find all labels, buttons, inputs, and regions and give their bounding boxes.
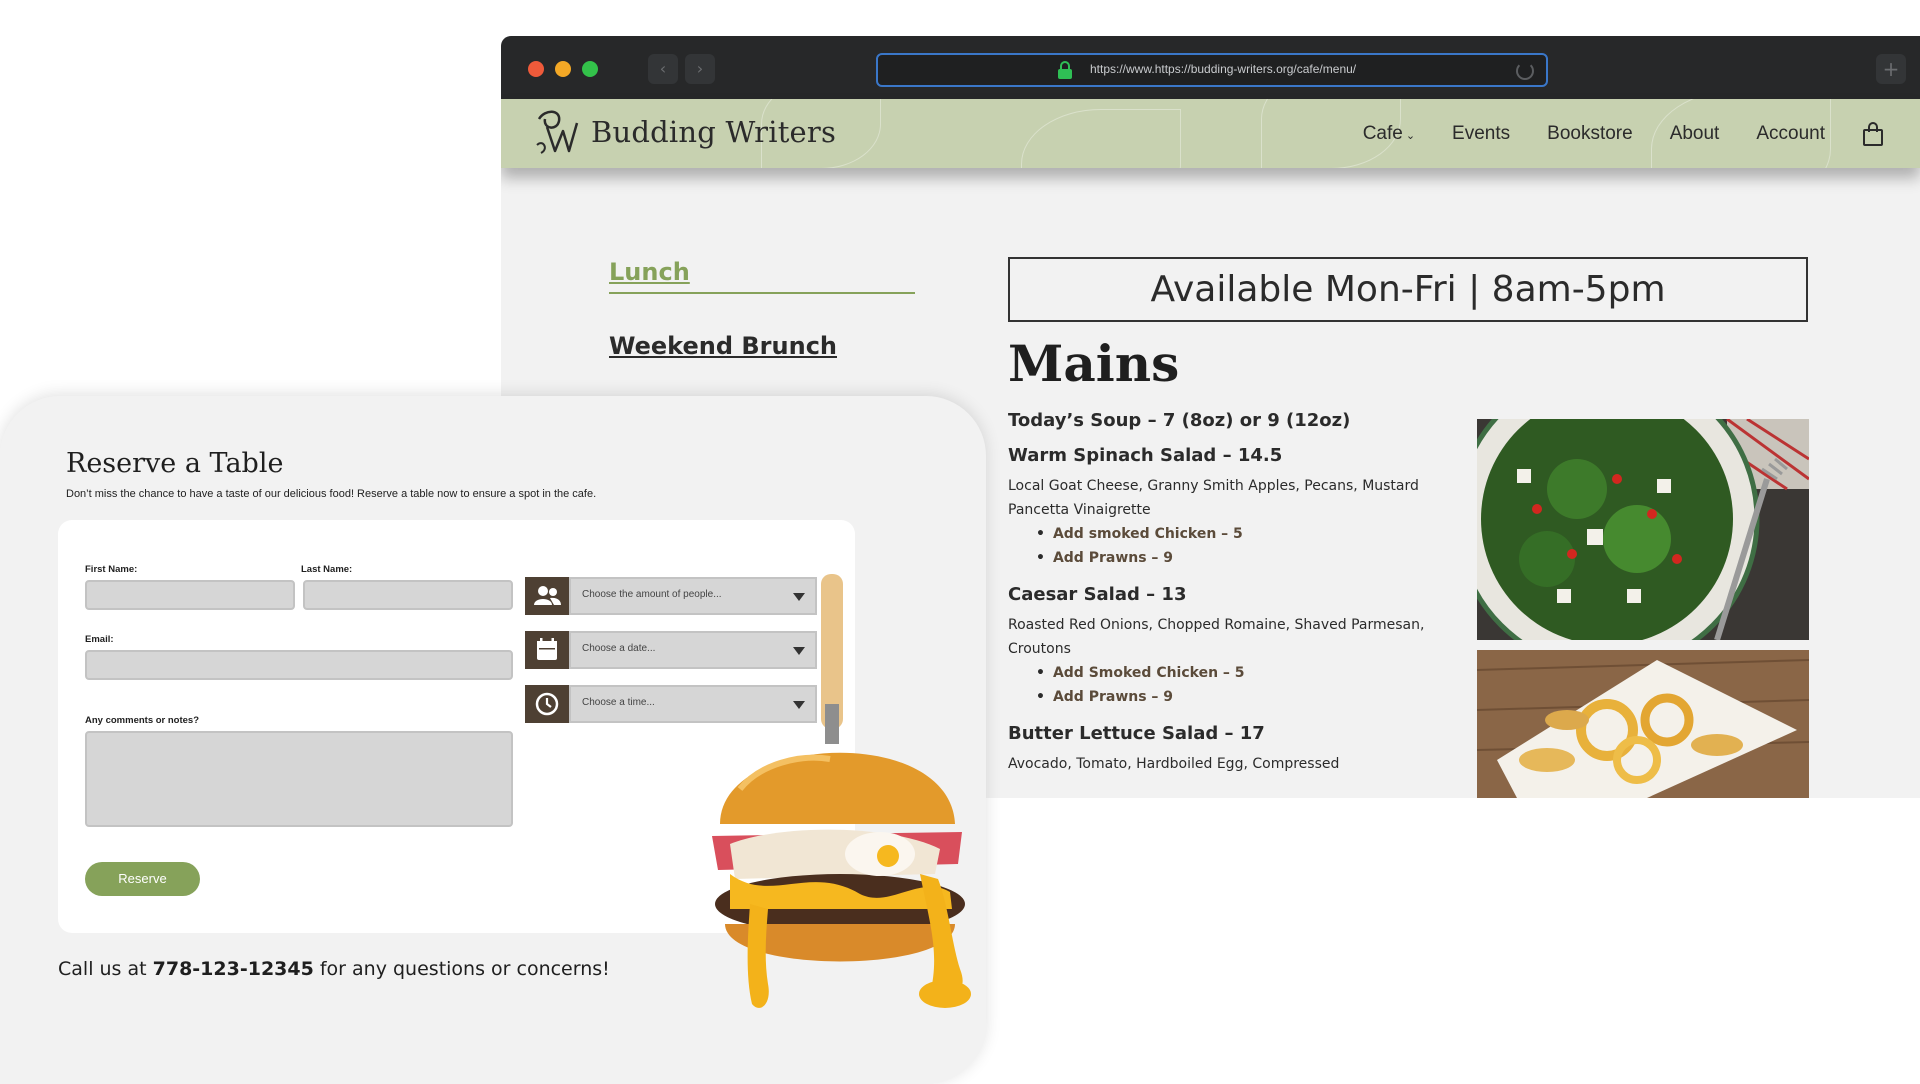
people-icon [525, 577, 569, 615]
comments-label: Any comments or notes? [85, 715, 200, 726]
nav-item-events[interactable]: Events [1452, 123, 1510, 145]
nav-item-account[interactable]: Account [1756, 123, 1825, 145]
phone-number[interactable]: 778-123-12345 [153, 958, 314, 980]
reserve-subtitle: Don’t miss the chance to have a taste of… [66, 488, 597, 500]
new-tab-button[interactable]: + [1876, 54, 1906, 84]
forward-button[interactable]: › [685, 54, 715, 84]
addon-list: Add Smoked Chicken – 5 Add Prawns – 9 [1036, 661, 1468, 709]
nav-item-about[interactable]: About [1670, 123, 1720, 145]
calendar-icon [525, 631, 569, 669]
brand-logo-icon[interactable] [531, 105, 581, 159]
clock-icon [525, 685, 569, 723]
reserve-button[interactable]: Reserve [85, 862, 200, 896]
menu-list: Today’s Soup – 7 (8oz) or 9 (12oz) Warm … [1008, 410, 1468, 790]
main-nav: Cafe ⌄ Events Bookstore About Account [1363, 99, 1920, 168]
menu-item-title: Today’s Soup – 7 (8oz) or 9 (12oz) [1008, 410, 1351, 431]
last-name-label: Last Name: [301, 564, 353, 575]
onion-rings-photo [1477, 650, 1809, 798]
menu-item: Today’s Soup – 7 (8oz) or 9 (12oz) [1008, 410, 1468, 431]
tab-lunch[interactable]: Lunch [609, 258, 915, 294]
brand-name[interactable]: Budding Writers [591, 115, 836, 149]
menu-item-title: Caesar Salad – 13 [1008, 584, 1187, 605]
date-placeholder: Choose a date... [582, 643, 656, 654]
maximize-window-button[interactable] [582, 61, 598, 77]
addon-item: Add Smoked Chicken – 5 [1036, 661, 1468, 685]
menu-item: Warm Spinach Salad – 14.5 Local Goat Che… [1008, 445, 1468, 570]
time-placeholder: Choose a time... [582, 697, 655, 708]
leaf-pattern [1021, 109, 1181, 168]
close-window-button[interactable] [528, 61, 544, 77]
url-text: https://www.https://budding-writers.org/… [1090, 62, 1357, 76]
nav-item-cafe[interactable]: Cafe ⌄ [1363, 123, 1415, 145]
chevron-down-icon: ⌄ [1405, 129, 1416, 142]
email-label: Email: [85, 634, 114, 645]
addon-item: Add Prawns – 9 [1036, 685, 1468, 709]
addon-item: Add Prawns – 9 [1036, 546, 1468, 570]
reload-icon[interactable] [1516, 62, 1534, 80]
menu-item-description: Local Goat Cheese, Granny Smith Apples, … [1008, 478, 1419, 518]
last-name-field[interactable] [303, 580, 513, 610]
email-field[interactable] [85, 650, 513, 680]
addon-list: Add smoked Chicken – 5 Add Prawns – 9 [1036, 522, 1468, 570]
reserve-title: Reserve a Table [66, 448, 284, 479]
first-name-field[interactable] [85, 580, 295, 610]
addon-item: Add smoked Chicken – 5 [1036, 522, 1468, 546]
nav-item-bookstore[interactable]: Bookstore [1547, 123, 1633, 145]
spinach-salad-photo [1477, 419, 1809, 640]
menu-item-title: Warm Spinach Salad – 14.5 [1008, 445, 1283, 466]
menu-item: Caesar Salad – 13 Roasted Red Onions, Ch… [1008, 584, 1468, 709]
menu-item: Butter Lettuce Salad – 17 Avocado, Tomat… [1008, 723, 1468, 776]
menu-item-description: Avocado, Tomato, Hardboiled Egg, Compres… [1008, 756, 1340, 772]
menu-item-title: Butter Lettuce Salad – 17 [1008, 723, 1265, 744]
lock-icon [1058, 61, 1072, 79]
first-name-label: First Name: [85, 564, 138, 575]
shopping-bag-icon[interactable] [1862, 121, 1884, 146]
browser-toolbar: ‹ › https://www.https://budding-writers.… [501, 36, 1920, 99]
site-header: Budding Writers Cafe ⌄ Events Bookstore A… [501, 99, 1920, 168]
menu-tabs: Lunch Weekend Brunch [609, 258, 915, 360]
reserve-table-card: Reserve a Table Don’t miss the chance to… [0, 396, 986, 1084]
section-title: Mains [1008, 334, 1180, 393]
call-us-text: Call us at 778-123-12345 for any questio… [58, 958, 610, 980]
address-bar[interactable]: https://www.https://budding-writers.org/… [876, 53, 1548, 87]
burger-photo [712, 574, 971, 1008]
availability-banner: Available Mon-Fri | 8am-5pm [1008, 257, 1808, 322]
comments-field[interactable] [85, 731, 513, 827]
menu-item-description: Roasted Red Onions, Chopped Romaine, Sha… [1008, 617, 1425, 657]
tab-weekend-brunch[interactable]: Weekend Brunch [609, 332, 915, 360]
back-button[interactable]: ‹ [648, 54, 678, 84]
minimize-window-button[interactable] [555, 61, 571, 77]
